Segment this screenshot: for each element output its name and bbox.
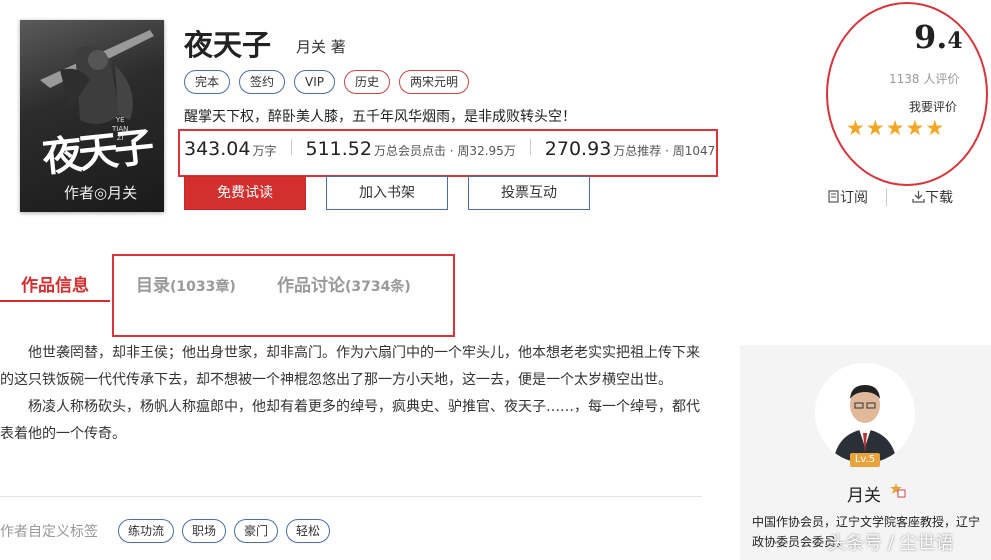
tag-signed: 签约 bbox=[239, 70, 286, 94]
stats-divider bbox=[290, 139, 292, 155]
click-count-unit: 万总会员点击 · 周32.95万 bbox=[373, 144, 516, 158]
tag-vip: VIP bbox=[294, 70, 336, 94]
author-level-badge: Lv.5 bbox=[850, 453, 880, 467]
rating-highlight-ellipse bbox=[826, 2, 988, 186]
free-read-button[interactable]: 免费试读 bbox=[184, 176, 306, 210]
book-tags: 完本 签约 VIP 历史 两宋元明 bbox=[184, 70, 470, 94]
stats-divider bbox=[529, 139, 531, 155]
author-honor-icon bbox=[890, 482, 906, 498]
active-tab-indicator bbox=[0, 300, 110, 302]
rating-score: 9.4 bbox=[914, 18, 963, 56]
star-icon[interactable]: ★ bbox=[866, 116, 885, 140]
tab-catalog-label: 目录 bbox=[136, 276, 170, 296]
tag-song-yuan-ming[interactable]: 两宋元明 bbox=[399, 70, 470, 94]
tab-catalog[interactable]: 目录(1033章) bbox=[136, 271, 236, 296]
vote-button[interactable]: 投票互动 bbox=[468, 176, 590, 210]
cover-pinyin-1: YE bbox=[115, 116, 125, 124]
intro-paragraph: 他世袭罔替，却非王侯；他出身世家，却非高门。作为六扇门中的一个牢头儿，他本想老老… bbox=[0, 345, 700, 388]
score-decimal: 4 bbox=[947, 28, 963, 54]
download-icon bbox=[912, 191, 925, 203]
document-icon bbox=[828, 190, 839, 203]
click-count: 511.52 bbox=[305, 138, 372, 160]
cover-pinyin-2: TIAN bbox=[112, 125, 129, 133]
link-divider bbox=[886, 188, 887, 206]
recommend-count-unit: 万总推荐 · 周1047 bbox=[613, 144, 716, 158]
cover-pinyin-3: ZI bbox=[116, 134, 124, 142]
book-introduction: 他世袭罔替，却非王侯；他出身世家，却非高门。作为六扇门中的一个牢头儿，他本想老老… bbox=[0, 340, 702, 448]
subscribe-link[interactable]: 订阅 bbox=[828, 187, 868, 207]
word-count: 343.04 bbox=[184, 138, 251, 160]
rating-stars[interactable]: ★ ★ ★ ★ ★ bbox=[846, 116, 944, 140]
rate-label: 我要评价 bbox=[909, 100, 958, 114]
recommend-count: 270.93 bbox=[544, 138, 612, 160]
word-count-unit: 万字 bbox=[252, 144, 277, 158]
book-author[interactable]: 月关 著 bbox=[296, 36, 346, 57]
book-tagline: 醒掌天下权，醉卧美人膝，五千年风华烟雨，是非成败转头空！ bbox=[184, 109, 576, 125]
custom-tag[interactable]: 练功流 bbox=[118, 519, 175, 543]
book-cover[interactable]: 夜天子 YE TIAN ZI 作者◎月关 bbox=[20, 20, 164, 212]
section-divider bbox=[0, 496, 702, 497]
download-label: 下载 bbox=[925, 190, 953, 206]
custom-tag[interactable]: 豪门 bbox=[234, 519, 279, 543]
star-icon[interactable]: ★ bbox=[846, 116, 865, 140]
cover-title: 夜天子 bbox=[40, 123, 153, 182]
custom-tags-label: 作者自定义标签 bbox=[0, 524, 98, 540]
author-name[interactable]: 月关 bbox=[847, 481, 881, 506]
subscribe-label: 订阅 bbox=[840, 190, 868, 206]
tab-discussion-count: (3734条) bbox=[345, 279, 411, 295]
custom-tag[interactable]: 轻松 bbox=[286, 519, 331, 543]
star-icon[interactable]: ★ bbox=[925, 116, 944, 140]
tab-discussion[interactable]: 作品讨论(3734条) bbox=[277, 271, 411, 296]
star-icon[interactable]: ★ bbox=[886, 116, 905, 140]
tag-completed: 完本 bbox=[184, 70, 231, 94]
cover-pinyin: YE TIAN ZI bbox=[112, 116, 128, 143]
custom-tags: 练功流 职场 豪门 轻松 bbox=[118, 519, 331, 543]
book-stats: 343.04 万字 511.52 万总会员点击 · 周32.95万 270.93… bbox=[184, 138, 715, 160]
tab-discussion-label: 作品讨论 bbox=[277, 276, 345, 296]
book-title: 夜天子 bbox=[184, 28, 272, 62]
watermark: 头条号 / 尘世语 bbox=[828, 533, 954, 554]
tab-catalog-count: (1033章) bbox=[170, 279, 236, 295]
score-integer: 9. bbox=[914, 18, 948, 56]
author-avatar[interactable] bbox=[815, 363, 915, 463]
rating-count: 1138 人评价 bbox=[889, 72, 960, 86]
cover-author: 作者◎月关 bbox=[64, 184, 138, 202]
intro-paragraph: 杨凌人称杨砍头，杨帆人称瘟郎中，他却有着更多的绰号，疯典史、驴推官、夜天子……，… bbox=[0, 399, 700, 442]
tag-history[interactable]: 历史 bbox=[344, 70, 391, 94]
star-icon[interactable]: ★ bbox=[905, 116, 924, 140]
custom-tag[interactable]: 职场 bbox=[182, 519, 227, 543]
tab-book-info[interactable]: 作品信息 bbox=[21, 271, 89, 296]
download-link[interactable]: 下载 bbox=[912, 187, 953, 207]
author-portrait bbox=[815, 363, 915, 463]
add-to-shelf-button[interactable]: 加入书架 bbox=[326, 176, 448, 210]
